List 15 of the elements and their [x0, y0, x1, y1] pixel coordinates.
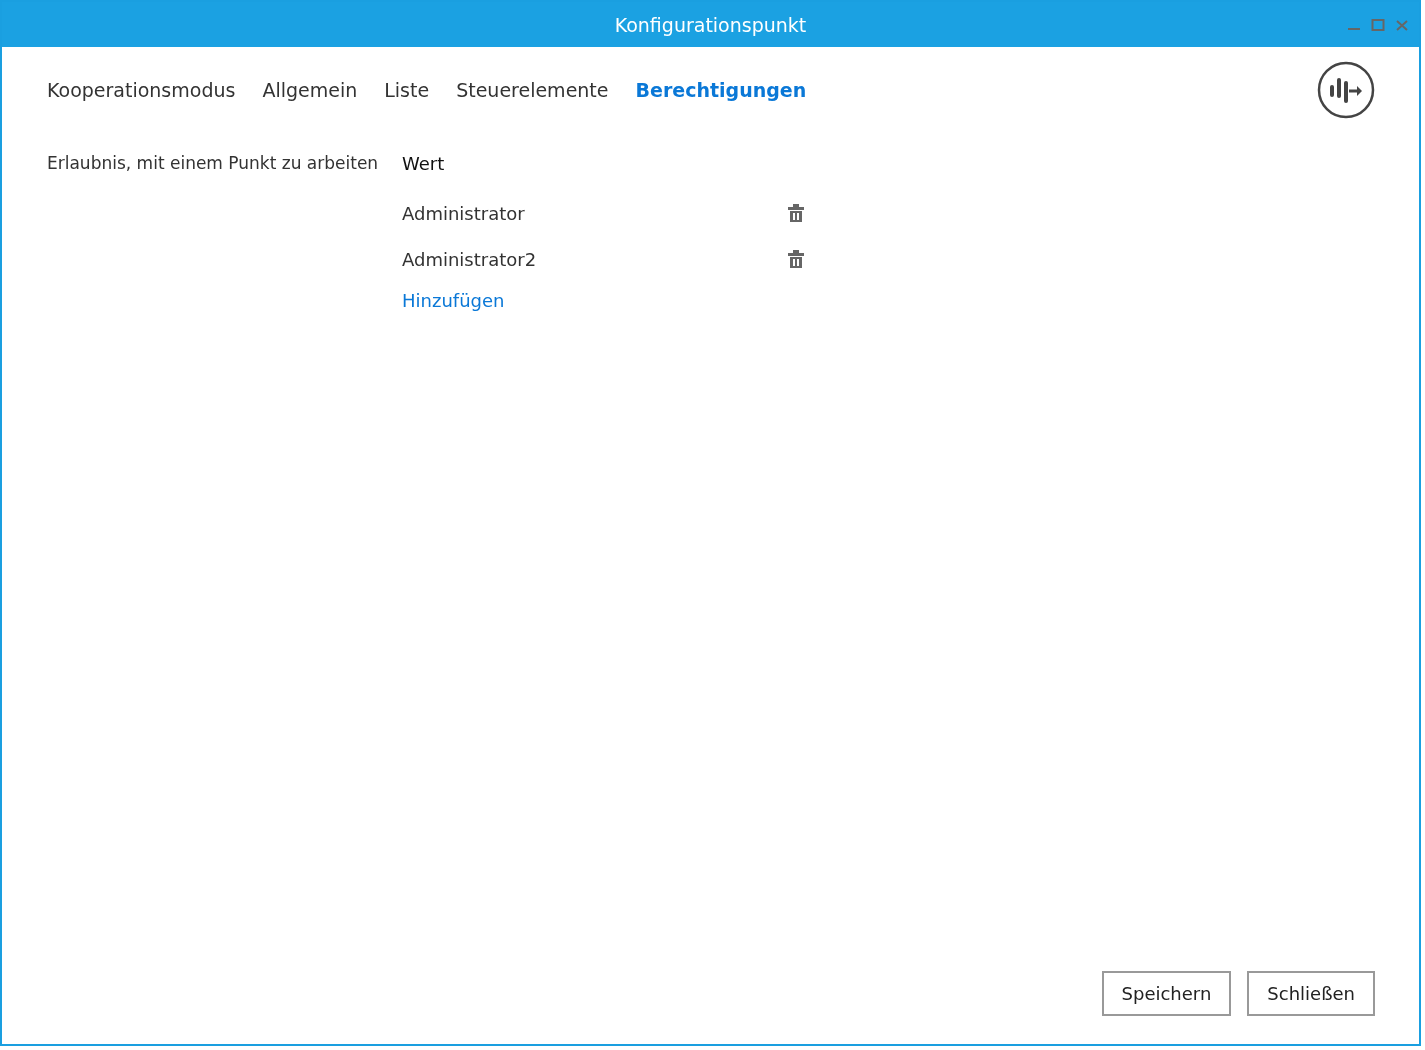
close-button[interactable]: Schließen: [1247, 971, 1375, 1016]
trash-icon[interactable]: [788, 204, 804, 222]
tab[interactable]: Steuerelemente: [456, 79, 609, 101]
save-button[interactable]: Speichern: [1101, 971, 1232, 1016]
user-name: Administrator2: [402, 248, 537, 270]
trash-icon[interactable]: [788, 250, 804, 268]
tab[interactable]: Kooperationsmodus: [47, 79, 236, 101]
tab[interactable]: Liste: [384, 79, 430, 101]
permission-label: Erlaubnis, mit einem Punkt zu arbeiten: [47, 153, 380, 175]
tab[interactable]: Berechtigungen: [635, 79, 807, 101]
add-link[interactable]: Hinzufügen: [402, 290, 505, 311]
column-header: Wert: [402, 153, 446, 174]
window-title: Konfigurationspunkt: [614, 13, 807, 36]
tab[interactable]: Allgemein: [262, 79, 358, 101]
user-name: Administrator: [402, 202, 525, 224]
